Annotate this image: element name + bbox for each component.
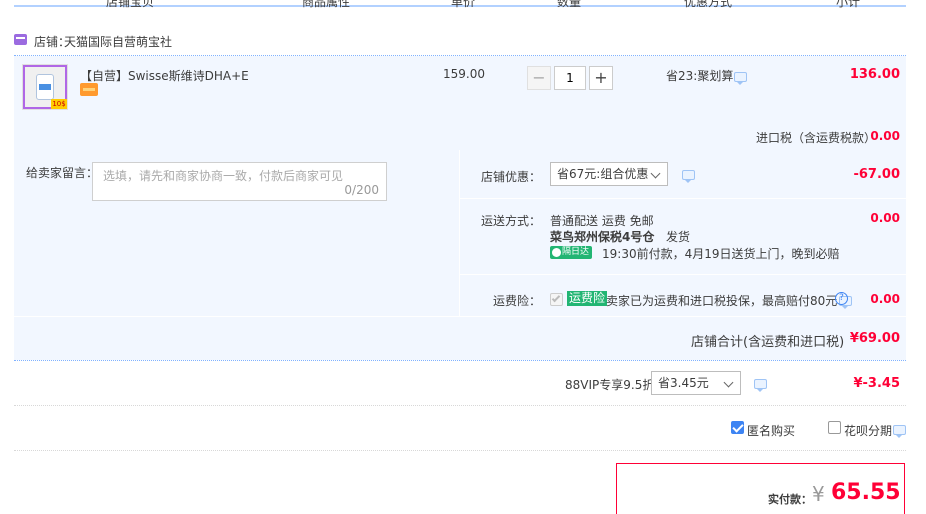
product-bottle-icon (36, 74, 54, 100)
card-icon (80, 83, 98, 96)
payment-amount: 65.55 (831, 480, 901, 505)
thumb-badge: 10$ (51, 99, 67, 109)
product-title-link[interactable]: 【自营】Swisse斯维诗DHA+E... (80, 67, 250, 84)
payment-summary-box: 实付款： ¥ 65.55 (616, 463, 905, 514)
quantity-decrease-button[interactable]: − (527, 66, 551, 90)
shop-discount-select[interactable]: 省67元:组合优惠 (550, 162, 668, 186)
shop-discount-value: -67.00 (853, 167, 900, 182)
shipping-dispatch: 发货 (666, 230, 691, 244)
next-day-badge: 隔日达 (550, 246, 592, 259)
header-col-quantity: 数量 (557, 0, 582, 9)
chevron-down-icon (723, 377, 734, 388)
shop-discount-label: 店铺优惠： (481, 170, 542, 184)
vip-info-icon[interactable] (754, 379, 767, 392)
shop-discount-info-icon[interactable] (682, 170, 695, 183)
shipping-value: 0.00 (870, 211, 900, 225)
shop-discount-selected: 省67元:组合优惠 (557, 167, 649, 181)
shipping-promise: 19:30前付款，4月19日送货上门，晚到必赔 (602, 247, 840, 261)
vip-discount-selected: 省3.45元 (658, 376, 709, 390)
shop-total-label: 店铺合计(含运费和进口税) (691, 335, 845, 350)
message-textarea[interactable]: 选填，请先和商家协商一致，付款后商家可见 0/200 (92, 162, 387, 201)
message-placeholder: 选填，请先和商家协商一致，付款后商家可见 (103, 169, 344, 183)
item-row: 10$ 【自营】Swisse斯维诗DHA+E... 159.00 − + 省23… (14, 56, 906, 150)
help-question-icon[interactable]: ? (835, 292, 848, 305)
header-col-discount: 优惠方式 (684, 0, 733, 9)
order-options-block: 给卖家留言： 选填，请先和商家协商一致，付款后商家可见 0/200 店铺优惠： … (14, 150, 906, 316)
tax-label: 进口税（含运费税款） (756, 131, 877, 145)
shipping-method: 普通配送 运费 免邮 (550, 214, 654, 228)
clock-icon (552, 248, 561, 257)
header-col-attributes: 商品属性 (302, 0, 351, 9)
shop-name-link[interactable]: 天猫国际自营萌宝社 (64, 33, 172, 50)
discount-info-icon[interactable] (734, 72, 747, 85)
huabei-info-icon[interactable] (893, 425, 906, 438)
shop-total-row: 店铺合计(含运费和进口税) ¥69.00 (14, 316, 906, 360)
product-thumbnail[interactable]: 10$ (22, 64, 68, 110)
shop-row: 店铺： 天猫国际自营萌宝社 (14, 30, 906, 52)
anonymous-checkbox[interactable] (731, 421, 744, 434)
item-discount: 省23:聚划算 (666, 69, 734, 83)
tax-value: 0.00 (870, 129, 900, 143)
shipping-warehouse: 菜鸟郑州保税4号仓 (550, 230, 655, 244)
insurance-tag: 运费险 (567, 291, 608, 306)
vip-row: 88VIP专享9.5折 省3.45元 ¥-3.45 (14, 361, 906, 405)
header-col-shop-items: 店铺宝贝 (106, 0, 155, 9)
insurance-text: 卖家已为运费和进口税投保，最高赔付80元 (606, 294, 838, 308)
unit-price: 159.00 (443, 67, 485, 81)
quantity-stepper: − + (527, 66, 613, 90)
payment-label: 实付款： (768, 493, 812, 506)
quantity-input[interactable] (554, 66, 586, 90)
chevron-down-icon (650, 168, 661, 179)
payment-currency: ¥ (812, 482, 825, 506)
purchase-options-row: 匿名购买 花呗分期 (14, 406, 906, 450)
huabei-label[interactable]: 花呗分期 (844, 422, 892, 439)
anonymous-label[interactable]: 匿名购买 (747, 422, 795, 439)
insurance-label: 运费险： (493, 294, 542, 308)
insurance-value: 0.00 (870, 292, 900, 306)
message-counter: 0/200 (344, 183, 379, 197)
vip-label: 88VIP专享9.5折 (565, 378, 655, 392)
item-subtotal: 136.00 (849, 67, 900, 82)
vip-value: ¥-3.45 (853, 376, 900, 391)
vip-discount-select[interactable]: 省3.45元 (651, 371, 741, 395)
shipping-label: 运送方式： (481, 214, 542, 228)
insurance-checkbox (550, 293, 563, 306)
header-col-subtotal: 小计 (836, 0, 861, 9)
message-label: 给卖家留言： (26, 166, 99, 180)
shop-icon (14, 34, 27, 45)
huabei-checkbox[interactable] (828, 421, 841, 434)
header-col-unit-price: 单价 (451, 0, 476, 9)
quantity-increase-button[interactable]: + (589, 66, 613, 90)
table-header: 店铺宝贝 商品属性 单价 数量 优惠方式 小计 (14, 0, 906, 9)
shop-total-value: ¥69.00 (849, 331, 900, 346)
